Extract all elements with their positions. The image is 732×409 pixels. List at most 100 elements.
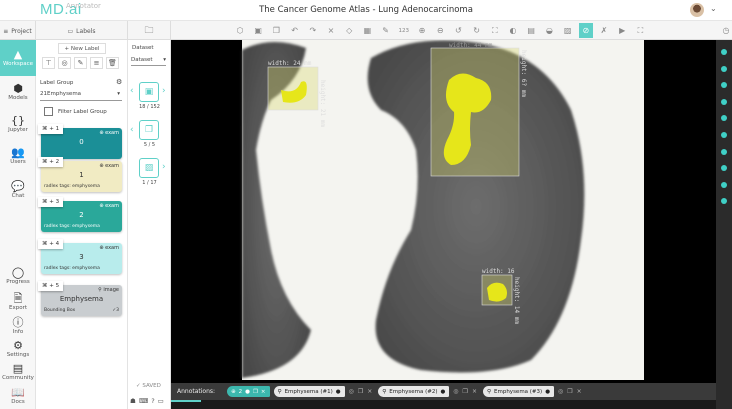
nav-export[interactable]: 🗎 Export (0, 290, 36, 314)
series-dot[interactable] (721, 65, 727, 72)
image-icon[interactable]: ▨ (139, 158, 159, 178)
rotate-left-icon[interactable]: ↺ (451, 23, 465, 38)
series-dot[interactable] (721, 98, 727, 105)
play-icon[interactable]: ▶ (615, 23, 629, 38)
pencil-icon[interactable]: ✎ (74, 57, 87, 69)
annotation-chip[interactable]: ⚲ Emphysema (#1) ● ◎ ❐ × (273, 386, 372, 397)
series-dot[interactable] (721, 82, 727, 89)
history-icon[interactable]: ◷ (719, 23, 732, 38)
copy-icon[interactable]: ❐ (358, 388, 363, 395)
pencil-icon[interactable]: ✎ (379, 23, 393, 38)
series-dot[interactable] (721, 165, 727, 172)
prev-study-arrow[interactable]: ‹ (130, 86, 134, 96)
nav-workspace[interactable]: ▲ Workspace (0, 40, 36, 76)
label-group-select[interactable]: 21Emphysema ▾ (40, 91, 122, 101)
keyboard-icon[interactable]: ⌨ (139, 397, 148, 405)
image-icon[interactable]: ▨ (561, 23, 575, 38)
contrast-icon[interactable]: ◐ (506, 23, 520, 38)
window-icon[interactable]: ▤ (524, 23, 538, 38)
series-dot[interactable] (721, 49, 727, 55)
nav-docs[interactable]: 📖 Docs (0, 384, 36, 408)
eye-icon[interactable]: ◎ (558, 388, 563, 395)
trash-icon[interactable]: 🗑 (106, 57, 119, 69)
annotation-group-chip[interactable]: ⊕ 2 ● ❐ × (227, 386, 270, 397)
numbers-tool-button[interactable]: 123 (397, 23, 411, 38)
gear-icon[interactable]: ⚙ (116, 78, 122, 86)
grid-icon[interactable]: ▦ (360, 23, 374, 38)
dataset-select[interactable]: Dataset ▾ (131, 57, 166, 66)
nav-progress[interactable]: ◯ Progress (0, 264, 36, 288)
nav-users[interactable]: 👥 Users (0, 144, 36, 168)
label-card[interactable]: ⌘ + 5 ⚲ image Emphysema Bounding Box ✓3 (38, 281, 122, 316)
nav-community[interactable]: ▤ Community (0, 360, 36, 384)
copy-icon[interactable]: ❐ (269, 23, 283, 38)
hide-annotations-icon[interactable]: ⊘ (578, 23, 593, 38)
rotate-right-icon[interactable]: ↻ (470, 23, 484, 38)
bottom-scrollbar[interactable] (171, 400, 716, 409)
label-card[interactable]: ⌘ + 2 ⊕ exam 1 radlex tags: emphysema (38, 157, 122, 192)
label-card[interactable]: ⌘ + 4 ⊕ exam 3 radlex tags: emphysema (38, 239, 122, 274)
image-add-icon[interactable]: ▣ (251, 23, 265, 38)
nav-jupyter[interactable]: {} Jupyter (0, 112, 36, 136)
cube-icon[interactable]: ⬡ (233, 23, 247, 38)
close-icon[interactable]: × (577, 388, 582, 395)
annotation-chip[interactable]: ⚲ Emphysema (#2) ● ◎ ❐ × (378, 386, 477, 397)
series-dot[interactable] (721, 115, 727, 122)
workspace-icon: ▲ (13, 48, 23, 61)
nav-chat[interactable]: 💬 Chat (0, 178, 36, 202)
scope-text: image (103, 287, 119, 293)
new-label-button[interactable]: + New Label (58, 43, 106, 54)
annotation-chip[interactable]: ⚲ Emphysema (#3) ● ◎ ❐ × (482, 386, 582, 397)
marker-off-icon[interactable]: ✗ (597, 23, 611, 38)
chevron-down-icon[interactable]: ⌄ (710, 4, 717, 13)
project-tab[interactable]: ≡ Project (0, 21, 36, 41)
copy-icon[interactable]: ❐ (253, 389, 258, 395)
redo-icon[interactable]: ↷ (306, 23, 320, 38)
bug-icon[interactable]: ☗ (130, 397, 136, 405)
copy-icon[interactable]: ❐ (463, 388, 468, 395)
close-icon[interactable]: × (472, 388, 477, 395)
next-study-arrow[interactable]: › (162, 86, 166, 96)
help-icon[interactable]: ? (151, 397, 154, 405)
labels-tab[interactable]: ▭ Labels (36, 21, 128, 41)
annotation-label[interactable]: ⚲ Emphysema (#2) ● (378, 386, 450, 397)
eye-icon[interactable]: ◎ (349, 388, 354, 395)
ct-image[interactable]: width: 24 mm height: 21 mm width: 44 mm … (171, 40, 716, 383)
series-dot[interactable] (721, 132, 727, 138)
nav-info[interactable]: ⓘ Info (0, 314, 36, 338)
series-dot[interactable] (721, 198, 727, 205)
label-card[interactable]: ⌘ + 3 ⊕ exam 2 radlex tags: emphysema (38, 197, 122, 232)
label-card[interactable]: ⌘ + 1 ⊕ exam 0 (38, 124, 122, 159)
series-icon[interactable]: ❐ (139, 120, 159, 140)
close-icon[interactable]: × (367, 388, 372, 395)
brush-off-icon[interactable]: ⨯ (324, 23, 338, 38)
next-image-arrow[interactable]: › (162, 162, 166, 172)
image-viewer[interactable]: width: 24 mm height: 21 mm width: 44 mm … (171, 40, 716, 383)
undo-icon[interactable]: ↶ (288, 23, 302, 38)
nav-settings[interactable]: ⚙ Settings (0, 337, 36, 361)
annotation-label[interactable]: ⚲ Emphysema (#1) ● (273, 386, 345, 397)
nav-models[interactable]: ⬢ Models (0, 80, 36, 104)
lung-icon[interactable]: ◒ (542, 23, 556, 38)
filter-label-group-checkbox[interactable] (44, 107, 53, 116)
series-dot[interactable] (721, 181, 727, 188)
series-dot[interactable] (721, 148, 727, 155)
prev-series-arrow[interactable]: ‹ (130, 125, 134, 135)
fullscreen-icon[interactable]: ⛶ (633, 23, 647, 38)
zoom-out-icon[interactable]: ⊖ (433, 23, 447, 38)
eye-icon[interactable]: ◎ (453, 388, 458, 395)
copy-icon[interactable]: ❐ (567, 388, 572, 395)
study-folder-icon[interactable]: ▣ (139, 82, 159, 102)
clear-list-icon[interactable]: ≡ (90, 57, 103, 69)
eraser-icon[interactable]: ◇ (342, 23, 356, 38)
close-icon[interactable]: × (261, 389, 266, 395)
zoom-in-icon[interactable]: ⊕ (415, 23, 429, 38)
folder-tab[interactable]: 🗀 (128, 21, 171, 41)
label-tag: radlex tags: emphysema (44, 184, 100, 189)
fit-icon[interactable]: ⛶ (488, 23, 502, 38)
filter-icon[interactable]: ⊤ (42, 57, 55, 69)
avatar[interactable] (690, 3, 704, 17)
eye-off-icon[interactable]: ◎ (58, 57, 71, 69)
annotation-label[interactable]: ⚲ Emphysema (#3) ● (482, 386, 555, 397)
chat-icon[interactable]: ▭ (158, 397, 164, 405)
